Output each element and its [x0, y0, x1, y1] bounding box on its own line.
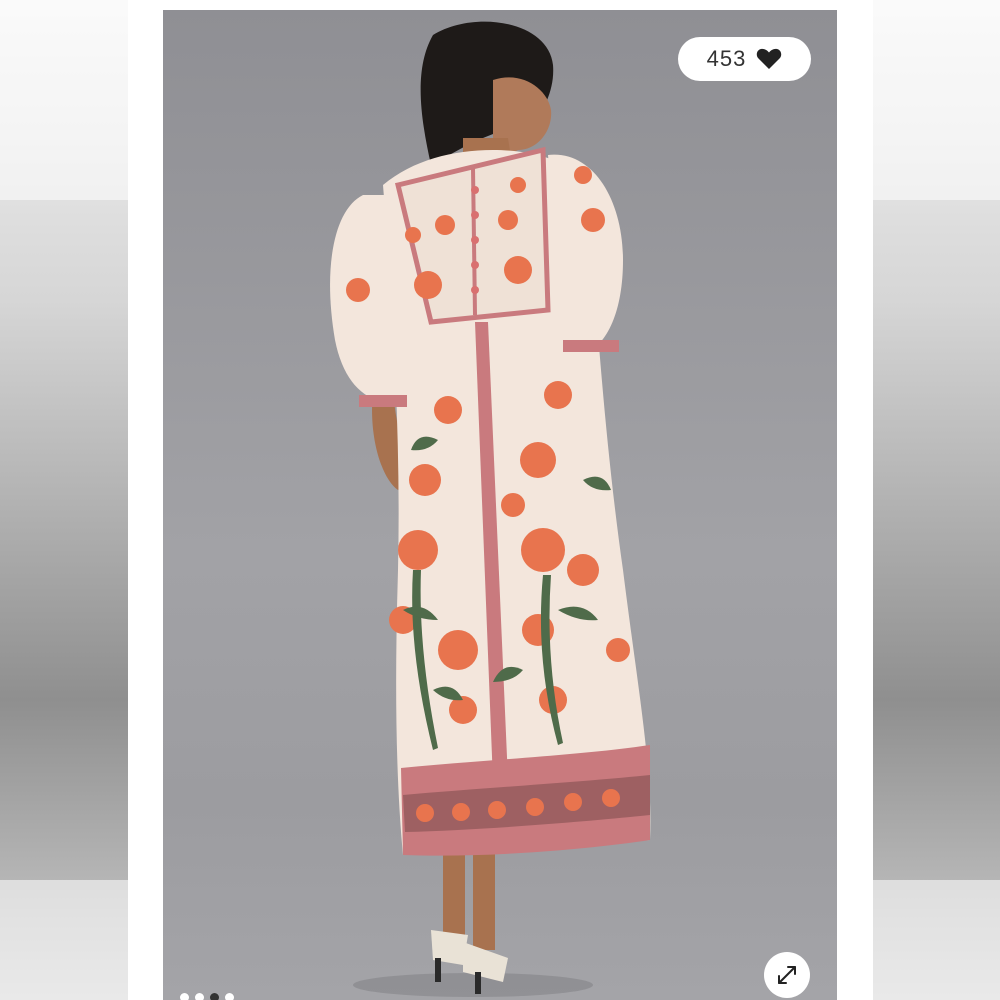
product-photo[interactable] — [163, 10, 837, 1000]
dress-illustration — [330, 21, 651, 997]
gallery-dot[interactable] — [225, 993, 234, 1000]
expand-image-button[interactable] — [764, 952, 810, 998]
gallery-dot-active[interactable] — [210, 993, 219, 1000]
gallery-dot[interactable] — [180, 993, 189, 1000]
blurred-background-left — [0, 0, 130, 1000]
likes-count: 453 — [706, 46, 747, 71]
expand-arrows-icon — [778, 966, 796, 984]
gallery-dot[interactable] — [195, 993, 204, 1000]
gallery-pagination — [180, 993, 234, 1000]
likes-button[interactable]: 453 — [678, 37, 811, 81]
heart-icon — [757, 48, 782, 69]
blurred-background-right — [870, 0, 1000, 1000]
